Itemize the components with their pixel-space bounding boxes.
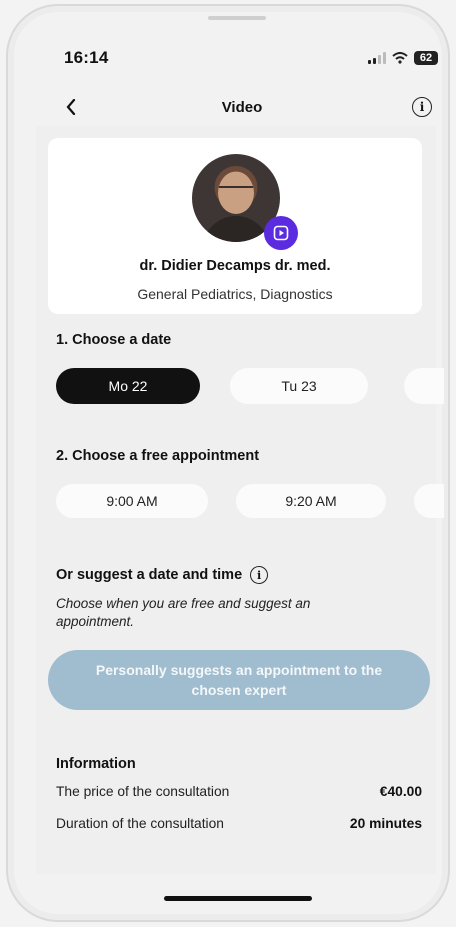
time-slot[interactable]: 9:00 AM	[56, 484, 208, 518]
choose-appointment-heading: 2. Choose a free appointment	[56, 448, 260, 464]
date-pill[interactable]: Tu 23	[230, 368, 368, 404]
page-title: Video	[221, 98, 263, 116]
date-pill-next[interactable]	[404, 368, 444, 404]
status-icons: 62	[368, 51, 438, 65]
nav-bar: Video i	[52, 92, 432, 122]
doctor-card: dr. Didier Decamps dr. med. General Pedi…	[48, 138, 422, 314]
time-slot[interactable]: 9:20 AM	[236, 484, 386, 518]
suggest-heading-row: Or suggest a date and time i	[56, 566, 269, 584]
info-circle-icon[interactable]: i	[250, 566, 269, 584]
time-slot-next[interactable]	[414, 484, 444, 518]
duration-row: Duration of the consultation 20 minutes	[56, 816, 422, 831]
date-pill-selected[interactable]: Mo 22	[56, 368, 200, 404]
status-time: 16:14	[64, 48, 109, 67]
chevron-left-icon[interactable]	[60, 96, 82, 118]
suggest-heading: Or suggest a date and time	[56, 567, 243, 583]
information-heading: Information	[56, 756, 136, 772]
duration-label: Duration of the consultation	[56, 816, 224, 831]
video-play-icon	[264, 216, 298, 250]
choose-date-heading: 1. Choose a date	[56, 332, 172, 348]
battery-icon: 62	[414, 51, 438, 65]
suggest-appointment-button[interactable]: Personally suggests an appointment to th…	[48, 650, 430, 710]
price-label: The price of the consultation	[56, 784, 230, 799]
doctor-name: dr. Didier Decamps dr. med.	[139, 258, 331, 274]
booking-content: dr. Didier Decamps dr. med. General Pedi…	[36, 126, 444, 874]
duration-value: 20 minutes	[349, 816, 422, 831]
time-slot-selector: 9:00 AM 9:20 AM	[56, 484, 444, 518]
status-bar: 16:14 62	[64, 46, 438, 70]
wifi-icon	[392, 52, 408, 64]
date-selector: Mo 22 Tu 23	[56, 368, 444, 404]
doctor-specialty: General Pediatrics, Diagnostics	[137, 286, 333, 302]
price-value: €40.00	[379, 784, 422, 799]
price-row: The price of the consultation €40.00	[56, 784, 422, 799]
info-circle-icon[interactable]: i	[412, 97, 432, 117]
suggest-description: Choose when you are free and suggest an …	[56, 596, 311, 629]
top-speaker-line	[208, 16, 266, 20]
signal-icon	[368, 52, 386, 64]
home-indicator[interactable]	[164, 896, 312, 901]
